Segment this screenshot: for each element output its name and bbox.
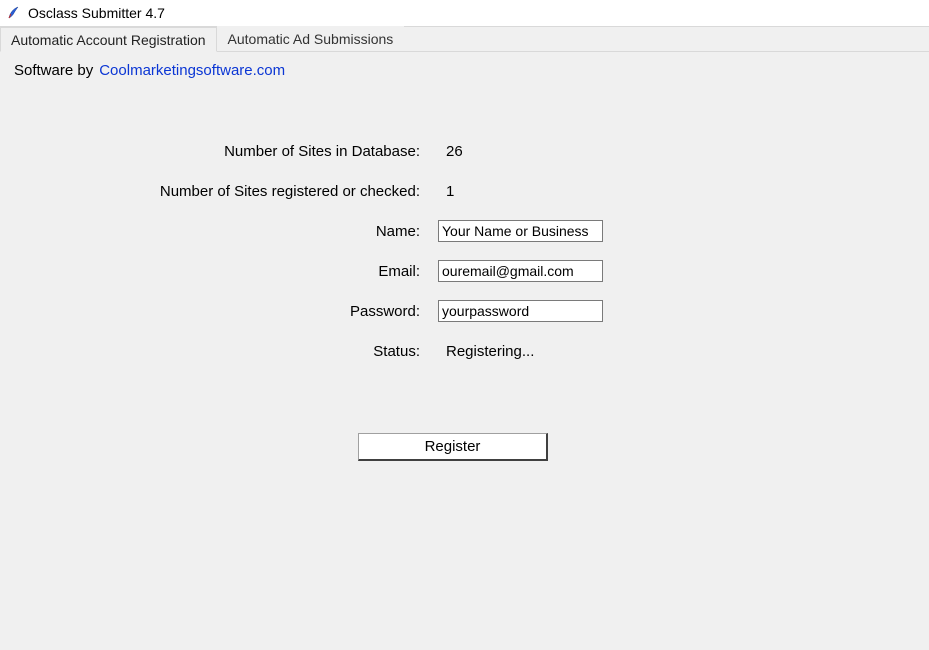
tab-automatic-ad-submissions[interactable]: Automatic Ad Submissions xyxy=(217,26,405,51)
tab-label: Automatic Account Registration xyxy=(11,32,206,48)
value-status: Registering... xyxy=(438,343,603,360)
tab-strip: Automatic Account Registration Automatic… xyxy=(0,26,929,52)
tk-feather-icon xyxy=(6,5,22,21)
titlebar: Osclass Submitter 4.7 xyxy=(0,0,929,26)
window-title: Osclass Submitter 4.7 xyxy=(28,5,165,21)
row-name: Name: xyxy=(8,219,921,243)
label-sites-registered: Number of Sites registered or checked: xyxy=(8,183,438,200)
tab-label: Automatic Ad Submissions xyxy=(228,31,394,47)
form-area: Number of Sites in Database: 26 Number o… xyxy=(8,139,921,461)
name-input[interactable] xyxy=(438,220,603,242)
software-by-link[interactable]: Coolmarketingsoftware.com xyxy=(99,62,285,79)
row-sites-in-db: Number of Sites in Database: 26 xyxy=(8,139,921,163)
value-sites-in-db: 26 xyxy=(438,143,603,160)
tab-automatic-account-registration[interactable]: Automatic Account Registration xyxy=(0,27,217,52)
value-sites-registered: 1 xyxy=(438,183,603,200)
label-password: Password: xyxy=(8,303,438,320)
password-input[interactable] xyxy=(438,300,603,322)
software-by-prefix: Software by xyxy=(14,62,93,79)
label-email: Email: xyxy=(8,263,438,280)
register-button[interactable]: Register xyxy=(358,433,548,461)
row-status: Status: Registering... xyxy=(8,339,921,363)
software-by-row: Software by Coolmarketingsoftware.com xyxy=(8,62,921,79)
email-input[interactable] xyxy=(438,260,603,282)
label-sites-in-db: Number of Sites in Database: xyxy=(8,143,438,160)
row-email: Email: xyxy=(8,259,921,283)
row-sites-registered: Number of Sites registered or checked: 1 xyxy=(8,179,921,203)
tab-panel-registration: Software by Coolmarketingsoftware.com Nu… xyxy=(0,52,929,650)
row-register: Register xyxy=(8,433,921,461)
label-name: Name: xyxy=(8,223,438,240)
row-password: Password: xyxy=(8,299,921,323)
label-status: Status: xyxy=(8,343,438,360)
